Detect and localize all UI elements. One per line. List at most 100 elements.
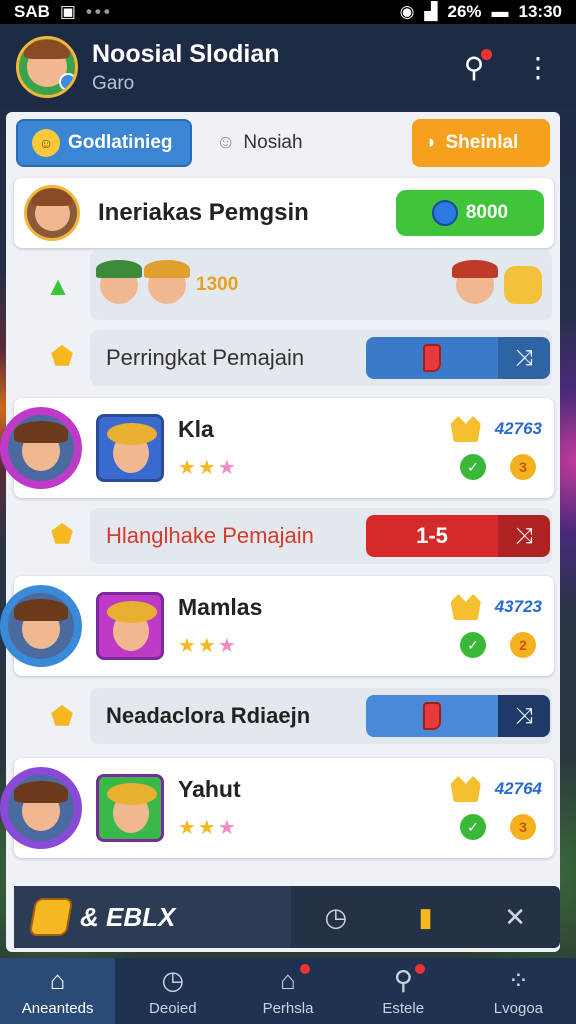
tab-label: Sheinlal [445, 132, 519, 153]
leaderboard-header: Ineriakas Pemgsin 8000 [14, 178, 554, 248]
player-portrait [96, 592, 164, 660]
star-badge-icon: ⬟ [50, 340, 74, 371]
nav-item-shop[interactable]: ⌂ Perhsla [230, 958, 345, 1024]
timer-icon: ◷ [324, 901, 348, 932]
check-icon[interactable]: ✓ [460, 814, 486, 840]
player-name: Yahut [178, 776, 241, 802]
player-row[interactable]: Yahut ★★★ 42764 ✓ 3 [0, 758, 554, 858]
rating-stars: ★★★ [178, 817, 238, 839]
close-banner-button[interactable]: ✕ [470, 902, 560, 933]
player-portrait [96, 774, 164, 842]
section-title: Perringkat Pemajain [106, 345, 305, 370]
player-avatar [0, 767, 82, 849]
notification-dot [481, 49, 492, 60]
character-icon [96, 260, 142, 304]
nav-label: Deoied [149, 999, 197, 1017]
game-logo-icon [28, 898, 74, 936]
nav-label: Lvogoa [493, 999, 544, 1017]
characters-row: 1300 [90, 250, 552, 320]
star-badge-icon: ⬟ [50, 700, 74, 731]
section-filter[interactable]: ⤨ [366, 695, 550, 737]
section-header[interactable]: Perringkat Pemajain ⤨ [90, 330, 552, 386]
coins-value: 8000 [465, 202, 509, 223]
section-header[interactable]: Neadaclora Rdiaejn ⤨ [90, 688, 552, 744]
app-header: Noosial Slodian Garo ⚲ ⋮ [0, 24, 576, 110]
grid-icon: ⁘ [507, 965, 530, 995]
player-avatar [0, 407, 82, 489]
boot-icon [423, 344, 441, 372]
time-label: 13:30 [518, 2, 562, 21]
app-title: Noosial Slodian [92, 39, 280, 68]
search-button[interactable]: ⚲ [452, 45, 496, 89]
section-filter[interactable]: ⤨ [366, 337, 550, 379]
stat-badge: 3 [510, 814, 536, 840]
leaf-icon: ◗ [426, 132, 438, 153]
notification-icon: ▣ [59, 2, 76, 21]
avatar-face [8, 775, 74, 841]
avatar-face [8, 415, 74, 481]
coins-button[interactable]: 8000 [396, 190, 544, 236]
stat-badge: 3 [510, 454, 536, 480]
nav-item-timer[interactable]: ◷ Deoied [115, 958, 230, 1024]
close-icon: ✕ [504, 901, 527, 932]
shuffle-icon[interactable]: ⤨ [498, 337, 550, 379]
boot-icon [423, 702, 441, 730]
rating-stars: ★★★ [178, 457, 238, 479]
tab-label: Godlatinieg [68, 132, 173, 153]
carrier-label: SAB [14, 2, 50, 21]
smile-icon: ☺ [32, 129, 60, 157]
player-score: 42764 [494, 779, 542, 798]
timer-button[interactable]: ◷ [291, 902, 381, 933]
avatar-face [31, 189, 73, 231]
search-icon: ⚲ [393, 965, 413, 995]
home-icon: ⌂ [49, 965, 66, 995]
tab-godlatinieg[interactable]: ☺ Godlatinieg [16, 119, 192, 167]
battery-label: 26% [447, 2, 482, 21]
leaderboard-title: Ineriakas Pemgsin [98, 199, 309, 226]
tab-sheinlal[interactable]: ◗ Sheinlal [412, 119, 550, 167]
app-subtitle: Garo [92, 72, 135, 94]
gold-coins-icon [504, 266, 542, 304]
nav-label: Estele [382, 999, 425, 1017]
rating-stars: ★★★ [178, 635, 238, 657]
boost-icon: ▮ [418, 901, 433, 932]
shop-icon: ⌂ [280, 965, 296, 995]
character-icon [452, 260, 498, 304]
section-title: Neadaclora Rdiaejn [106, 703, 311, 728]
timer-icon: ◷ [161, 965, 185, 995]
player-name: Kla [178, 416, 214, 442]
crown-icon [450, 416, 481, 442]
tab-nosiah[interactable]: ☺ Nosiah [202, 119, 382, 167]
boost-button[interactable]: ▮ [381, 902, 471, 933]
shuffle-icon[interactable]: ⤨ [498, 515, 550, 557]
signal-icon: ▟ [424, 2, 438, 21]
check-icon[interactable]: ✓ [460, 632, 486, 658]
nav-label: Aneanteds [21, 999, 94, 1017]
banner-text: & EBLX [80, 901, 176, 932]
profile-avatar[interactable] [16, 36, 78, 98]
player-row[interactable]: Mamlas ★★★ 43723 ✓ 2 [0, 576, 554, 676]
nav-item-search[interactable]: ⚲ Estele [346, 958, 461, 1024]
status-bar: SAB ▣ ••• ◉ ▟ 26% ▬ 13:30 [0, 0, 576, 24]
section-title: Hlanglhake Pemajain [106, 523, 314, 548]
player-row[interactable]: Kla ★★★ 42763 ✓ 3 [0, 398, 554, 498]
bottom-banner: & EBLX ◷ ▮ ✕ [14, 886, 560, 948]
shuffle-icon[interactable]: ⤨ [498, 695, 550, 737]
crown-icon [450, 776, 481, 802]
battery-icon: ▬ [491, 2, 509, 21]
chart-icon: ▲ [45, 270, 71, 301]
player-score: 43723 [494, 597, 542, 616]
header-avatar [24, 185, 80, 241]
section-filter[interactable]: 1-5 ⤨ [366, 515, 550, 557]
nav-item-more[interactable]: ⁘ Lvogoa [461, 958, 576, 1024]
tab-label: Nosiah [243, 132, 303, 153]
more-options-button[interactable]: ⋮ [516, 45, 560, 89]
more-dots-icon: ••• [85, 2, 113, 21]
user-icon: ☺ [216, 132, 236, 153]
player-avatar [0, 585, 82, 667]
nav-item-home[interactable]: ⌂ Aneanteds [0, 958, 116, 1024]
wifi-icon: ◉ [399, 2, 415, 21]
stat-badge: 2 [510, 632, 536, 658]
section-header[interactable]: Hlanglhake Pemajain 1-5 ⤨ [90, 508, 552, 564]
check-icon[interactable]: ✓ [460, 454, 486, 480]
